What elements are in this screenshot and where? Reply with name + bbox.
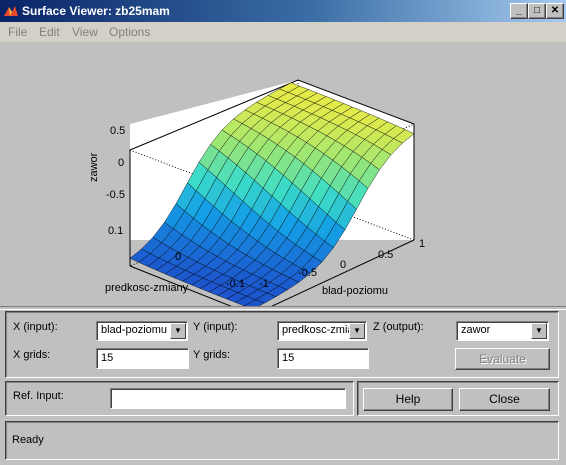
close-button[interactable]: Close <box>459 388 550 411</box>
chevron-down-icon[interactable]: ▼ <box>170 323 186 339</box>
x-tick-label: 0.5 <box>378 249 393 261</box>
y-tick-label: 0 <box>175 251 181 263</box>
minimize-button[interactable]: _ <box>510 3 528 19</box>
x-grids-input[interactable]: 15 <box>96 348 189 369</box>
x-axis-label: blad-poziomu <box>322 285 388 297</box>
status-panel <box>5 421 559 460</box>
maximize-button[interactable]: □ <box>528 3 546 19</box>
status-text: Ready <box>12 434 44 446</box>
close-window-button[interactable]: ✕ <box>546 3 564 19</box>
x-tick-label: 0 <box>340 259 346 271</box>
x-tick-label: 1 <box>419 238 425 250</box>
chevron-down-icon[interactable]: ▼ <box>349 323 365 339</box>
ref-input-field[interactable] <box>110 388 346 409</box>
y-grids-input[interactable]: 15 <box>277 348 369 369</box>
y-grids-label: Y grids: <box>193 349 231 361</box>
window-title: Surface Viewer: zb25mam <box>22 4 170 18</box>
x-tick-label: -1 <box>259 278 269 290</box>
z-tick-label: 0.5 <box>110 125 125 137</box>
z-output-label: Z (output): <box>373 321 424 333</box>
x-grids-label: X grids: <box>13 349 51 361</box>
chevron-down-icon[interactable]: ▼ <box>531 323 547 339</box>
y-axis-label: predkosc-zmiany <box>105 282 189 294</box>
menu-edit[interactable]: Edit <box>39 25 60 39</box>
y-tick-label: 0.1 <box>108 225 123 237</box>
help-button[interactable]: Help <box>363 388 453 411</box>
menu-bar: File Edit View Options <box>0 22 566 42</box>
plot-area: 0.5 0 -0.5 0.1 0 -0.1 -1 -0.5 0 0.5 1 za… <box>0 42 566 306</box>
z-tick-label: 0 <box>118 157 124 169</box>
menu-file[interactable]: File <box>8 25 27 39</box>
menu-options[interactable]: Options <box>109 25 150 39</box>
z-output-select[interactable]: zawor ▼ <box>456 321 549 341</box>
x-input-label: X (input): <box>13 321 58 333</box>
x-tick-label: -0.5 <box>298 267 317 279</box>
title-bar: Surface Viewer: zb25mam _ □ ✕ <box>0 0 566 22</box>
menu-view[interactable]: View <box>72 25 98 39</box>
evaluate-button[interactable]: Evaluate <box>455 348 550 370</box>
y-input-label: Y (input): <box>193 321 238 333</box>
matlab-icon <box>3 3 19 19</box>
separator <box>0 306 566 310</box>
x-input-select[interactable]: blad-poziomu ▼ <box>96 321 188 341</box>
z-tick-label: -0.5 <box>106 189 125 201</box>
z-axis-label: zawor <box>88 152 100 182</box>
surface-plot[interactable]: 0.5 0 -0.5 0.1 0 -0.1 -1 -0.5 0 0.5 1 za… <box>0 42 566 306</box>
ref-input-label: Ref. Input: <box>13 390 64 402</box>
y-tick-label: -0.1 <box>226 278 245 290</box>
y-input-select[interactable]: predkosc-zmia ▼ <box>277 321 367 341</box>
